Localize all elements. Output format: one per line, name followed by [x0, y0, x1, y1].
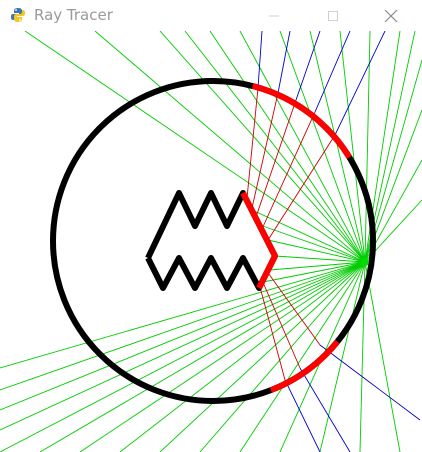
close-button[interactable] — [369, 0, 413, 31]
primary-rays — [0, 31, 422, 452]
primary-ray — [94, 31, 366, 263]
escaped-ray — [334, 31, 386, 136]
close-icon — [384, 9, 398, 22]
primary-ray — [364, 31, 371, 263]
primary-ray — [364, 261, 401, 452]
escaped-ray — [295, 31, 321, 101]
primary-ray — [184, 31, 366, 263]
primary-ray — [119, 261, 366, 452]
minimize-button[interactable] — [252, 0, 296, 31]
primary-ray — [39, 261, 366, 452]
reflected-ray — [261, 279, 301, 369]
reflected-ray — [255, 99, 297, 218]
reflected-rays — [246, 87, 336, 381]
zigzag-object — [145, 190, 278, 291]
primary-ray — [159, 261, 366, 452]
mirror-hit-arc-top — [251, 83, 352, 159]
window-title: Ray Tracer — [34, 6, 113, 24]
escaped-ray — [319, 344, 421, 421]
escaped-ray — [284, 379, 321, 452]
minimize-icon — [269, 15, 279, 16]
escaped-ray — [299, 367, 351, 452]
render-canvas[interactable] — [0, 31, 422, 452]
title-bar[interactable]: Ray Tracer — [0, 0, 422, 31]
primary-ray — [0, 261, 366, 411]
escaped-ray — [257, 31, 263, 89]
light-source — [361, 258, 369, 266]
python-snake-icon — [11, 8, 25, 22]
maximize-button[interactable] — [311, 0, 355, 31]
maximize-icon — [328, 10, 338, 21]
reflected-ray — [246, 87, 259, 199]
primary-ray — [0, 261, 366, 452]
escaped-ray — [277, 31, 291, 94]
app-window: Ray Tracer — [0, 0, 422, 452]
